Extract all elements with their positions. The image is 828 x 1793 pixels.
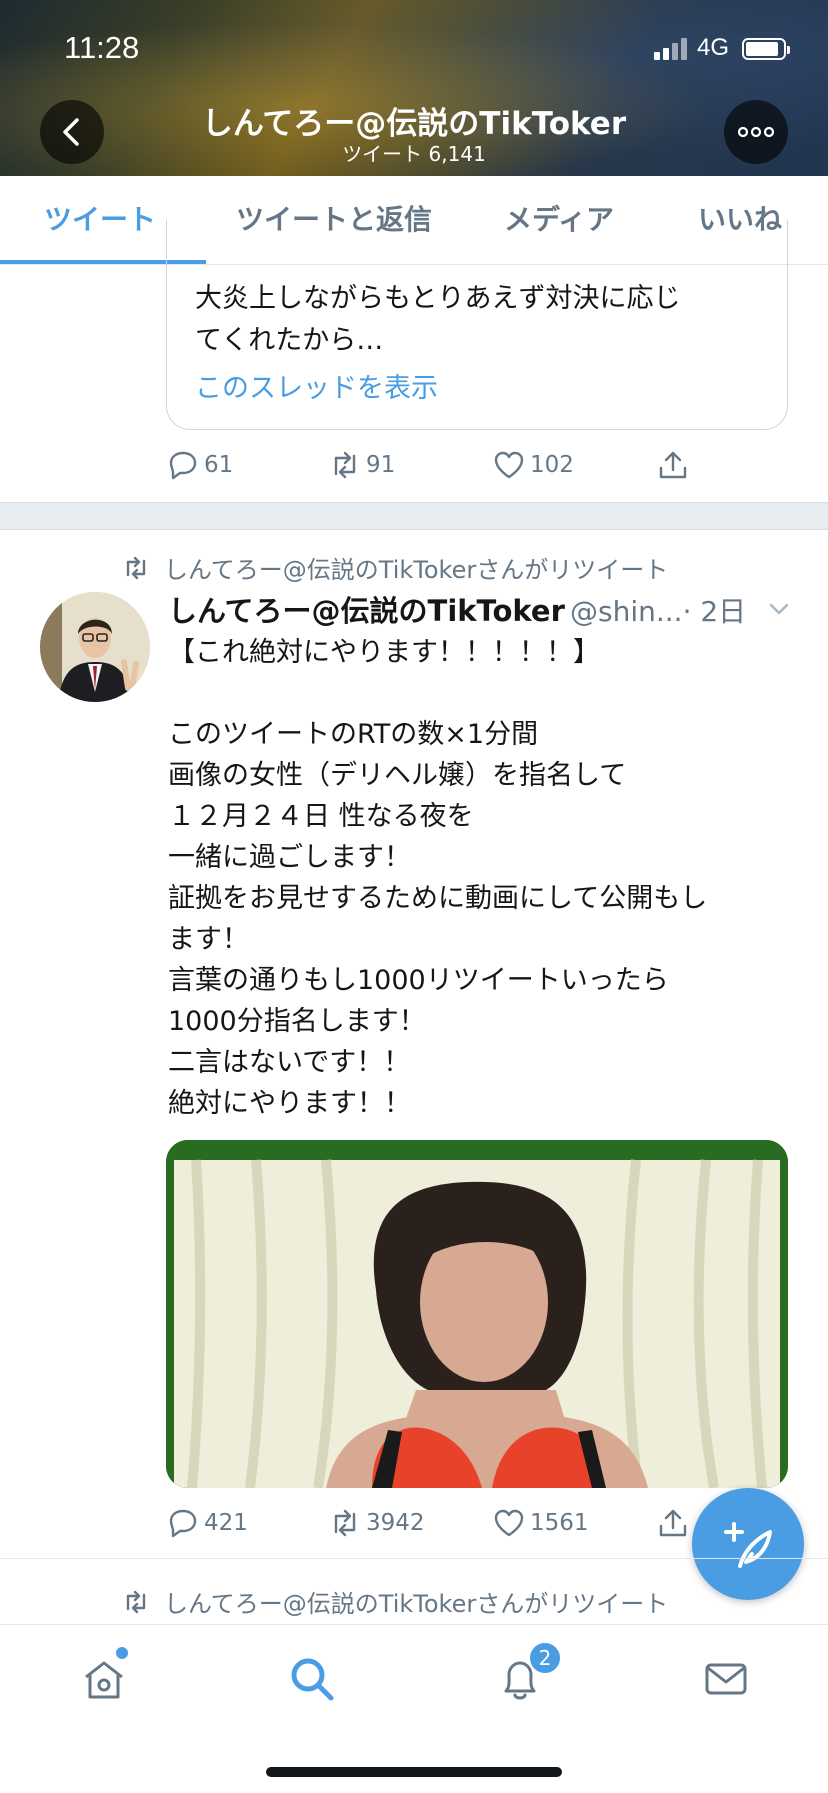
heart-icon (494, 1509, 524, 1537)
retweet-button[interactable]: 3942 (328, 1506, 425, 1540)
reply-button[interactable]: 61 (166, 448, 233, 482)
compose-tweet-button[interactable] (692, 1488, 804, 1600)
share-button[interactable] (656, 1506, 690, 1540)
heart-icon (494, 451, 524, 479)
more-button[interactable] (724, 100, 788, 164)
status-time: 11:28 (64, 30, 140, 65)
share-icon (659, 451, 687, 479)
author-handle: @shin...· 2日 (570, 590, 746, 630)
more-dots-icon (738, 127, 774, 137)
share-button[interactable] (656, 448, 690, 482)
show-thread-link[interactable]: このスレッドを表示 (195, 366, 438, 405)
battery-icon (742, 38, 790, 60)
like-button[interactable]: 102 (492, 448, 574, 482)
handle-text: @shin... (570, 595, 683, 628)
home-icon[interactable] (80, 1655, 128, 1703)
retweet-icon (126, 556, 146, 579)
tweet-text-line: ます！ (168, 924, 249, 955)
retweet-count: 3942 (366, 1510, 425, 1536)
tweet-divider (0, 502, 828, 530)
retweet-icon (126, 1590, 146, 1613)
tweet-separator (0, 1558, 828, 1559)
tweet-text-line: 1000分指名します！ (168, 1006, 426, 1037)
quoted-text-line: てくれたから… (195, 325, 384, 356)
bottom-navigation: 2 (0, 1624, 828, 1793)
retweet-context-label: しんてろー@伝説のTikTokerさんがリツイート (164, 556, 669, 584)
search-icon[interactable] (288, 1655, 336, 1703)
reply-icon (169, 1509, 197, 1538)
tweet-text-line: 一緒に過ごします！ (168, 842, 411, 873)
tweet-time: · 2日 (682, 595, 747, 628)
tweet-text-line: 言葉の通りもし1000リツイートいったら (168, 965, 669, 996)
tweet-image[interactable] (166, 1140, 788, 1488)
tweet-text-line: １２月２４日 性なる夜を (168, 801, 474, 832)
chevron-down-icon[interactable] (766, 596, 792, 622)
quoted-text-line: 大炎上しながらもとりあえず対決に応じ (195, 283, 681, 314)
retweet-button[interactable]: 91 (328, 448, 395, 482)
retweet-context-label: しんてろー@伝説のTikTokerさんがリツイート (164, 1590, 669, 1618)
like-count: 102 (530, 452, 574, 478)
network-label: 4G (697, 34, 730, 61)
notifications-badge: 2 (528, 1641, 562, 1675)
share-icon (659, 1509, 687, 1537)
tab-tweets[interactable]: ツイート (44, 198, 156, 238)
tweet-text-line: 【これ絶対にやります！！！！！】 (168, 637, 600, 668)
retweet-context: しんてろー@伝説のTikTokerさんがリツイート (122, 550, 668, 585)
profile-header: 11:28 4G しんてろー@伝説のTikToker ツイート 6,141 (0, 0, 828, 176)
like-count: 1561 (530, 1510, 589, 1536)
reply-button[interactable]: 421 (166, 1506, 248, 1540)
tweet-photo (166, 1140, 788, 1488)
page-title: しんてろー@伝説のTikToker (201, 106, 627, 142)
reply-count: 61 (204, 452, 234, 478)
avatar[interactable] (40, 592, 150, 702)
author-name[interactable]: しんてろー@伝説のTikToker (168, 588, 565, 630)
avatar-photo (40, 592, 150, 702)
messages-icon[interactable] (702, 1655, 750, 1703)
home-indicator[interactable] (266, 1767, 562, 1777)
tweet-text-line: 二言はないです！！ (168, 1047, 411, 1078)
tweet-count: ツイート 6,141 (342, 142, 486, 166)
tweet-text-line: このツイートのRTの数×1分間 (168, 719, 539, 750)
like-button[interactable]: 1561 (492, 1506, 589, 1540)
signal-icon (654, 38, 690, 60)
tweet-text-line: 画像の女性（デリヘル嬢）を指名して (168, 760, 627, 791)
tweet-text-line: 証拠をお見せするために動画にして公開もし (168, 883, 708, 914)
home-new-indicator (114, 1645, 130, 1661)
retweet-count: 91 (366, 452, 396, 478)
retweet-icon (334, 1509, 356, 1537)
tweet-text-line: 絶対にやります！！ (168, 1088, 411, 1119)
compose-feather-icon (724, 1522, 772, 1568)
reply-count: 421 (204, 1510, 248, 1536)
reply-icon (169, 451, 197, 480)
retweet-context: しんてろー@伝説のTikTokerさんがリツイート (122, 1584, 668, 1619)
retweet-icon (334, 451, 356, 479)
